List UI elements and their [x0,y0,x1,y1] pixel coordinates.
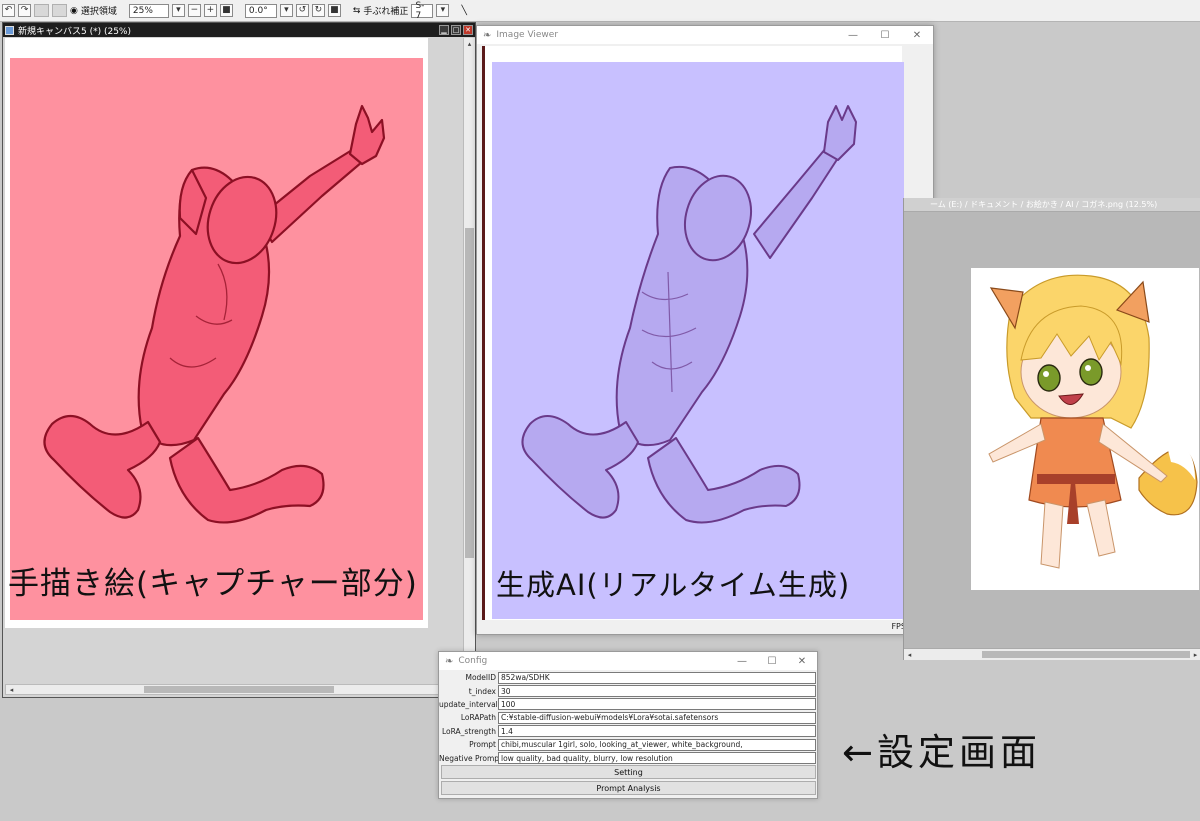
reference-path: ーム (E:) / ドキュメント / お絵かき / AI / コガネ.png (… [904,198,1200,212]
config-row-lora-strength: LoRA_strength 1.4 [439,725,817,738]
canvas-title-bar[interactable]: 新規キャンバス5 (*) (25%) ▁ □ ✕ [3,23,475,37]
config-row-update-interval: update_interval 100 [439,698,817,711]
viewer-maximize-button[interactable]: ☐ [869,26,901,44]
viewer-title: Image Viewer [496,30,559,40]
modelid-label: ModelID [465,673,496,683]
config-fields: ModelID 852wa/SDHK t_index 30 update_int… [439,671,817,765]
swap-icon[interactable]: ⇆ [353,6,361,16]
canvas-paper [5,38,428,628]
config-row-modelid: ModelID 852wa/SDHK [439,671,817,684]
lora-strength-label: LoRA_strength [441,726,496,736]
reference-scroll-left-icon[interactable]: ◂ [905,650,914,659]
reference-horizontal-scrollbar[interactable]: ◂ ▸ [904,648,1200,660]
zoom-field[interactable]: 25% [128,3,169,18]
config-title-bar[interactable]: ❧ Config — ☐ ✕ [439,652,817,670]
config-title: Config [458,656,488,666]
hand-drawn-figure [43,104,386,524]
config-row-prompt: Prompt chibi,muscular 1girl, solo, looki… [439,738,817,751]
rotate-left-icon[interactable]: ↺ [295,4,309,17]
toolbar-blank-button-2[interactable] [52,4,67,17]
lorapath-label: LoRAPath [460,713,496,723]
modelid-input[interactable]: 852wa/SDHK [498,671,816,684]
feather-icon: ❧ [483,29,492,41]
t-index-input[interactable]: 30 [498,685,816,698]
config-feather-icon: ❧ [445,655,454,667]
viewer-title-bar[interactable]: ❧ Image Viewer — ☐ ✕ [477,26,933,44]
redo-icon[interactable]: ↷ [18,4,31,17]
eye-icon[interactable]: ◉ [70,6,78,16]
rotation-dropdown-icon[interactable]: ▾ [279,4,293,17]
canvas-horizontal-scrollbar[interactable]: ◂ ▸ [5,684,463,695]
prompt-input[interactable]: chibi,muscular 1girl, solo, looking_at_v… [498,738,816,751]
canvas-app-icon [5,25,14,35]
update-interval-label: update_interval [439,699,498,709]
scroll-up-icon[interactable]: ▴ [465,39,474,48]
zoom-fit-icon[interactable]: ■ [219,4,233,17]
zoom-out-icon[interactable]: − [187,4,201,17]
config-screen-caption: ←設定画面 [842,731,1042,774]
config-window: ❧ Config — ☐ ✕ ModelID 852wa/SDHK t_inde… [438,651,818,799]
reference-chibi-image [971,268,1199,590]
canvas-vertical-scrollbar[interactable]: ▴ [463,38,475,684]
setting-button[interactable]: Setting [441,765,816,779]
update-interval-input[interactable]: 100 [498,698,816,711]
config-close-button[interactable]: ✕ [787,652,817,670]
canvas-vertical-thumb[interactable] [465,228,474,558]
canvas-horizontal-thumb[interactable] [144,686,334,693]
chibi-fox-girl-illustration [988,274,1198,569]
generated-ai-caption: 生成AI(リアルタイム生成) [496,568,851,602]
negative-prompt-input[interactable]: low quality, bad quality, blurry, low re… [498,752,816,765]
config-row-t-index: t_index 30 [439,684,817,698]
rotation-field[interactable]: 0.0° [244,3,277,18]
lorapath-input[interactable]: C:¥stable-diffusion-webui¥models¥Lora¥so… [498,711,816,724]
viewer-minimize-button[interactable]: — [837,26,869,44]
rotate-right-icon[interactable]: ↻ [311,4,325,17]
scroll-left-icon[interactable]: ◂ [7,685,16,694]
t-index-label: t_index [468,686,496,696]
selection-label: 選択領域 [80,7,117,17]
generated-figure [521,105,857,524]
viewer-close-button[interactable]: ✕ [901,26,933,44]
generated-image-canvas [492,62,904,619]
hand-drawn-canvas[interactable] [10,58,423,620]
zoom-in-icon[interactable]: + [203,4,217,17]
negative-prompt-label: Negative Prompt [439,753,502,763]
config-maximize-button[interactable]: ☐ [757,652,787,670]
canvas-minimize-button[interactable]: ▁ [439,25,449,35]
canvas-title: 新規キャンバス5 (*) (25%) [18,26,131,37]
stabilizer-field[interactable]: S-7 [411,1,434,21]
undo-icon[interactable]: ↶ [2,4,15,17]
canvas-maximize-button[interactable]: □ [451,25,461,35]
stabilizer-dropdown-icon[interactable]: ▾ [436,4,450,17]
line-icon[interactable]: ╲ [461,6,466,16]
reference-scroll-right-icon[interactable]: ▸ [1191,650,1200,659]
rotate-reset-icon[interactable]: ■ [327,4,341,17]
reference-image-window: ーム (E:) / ドキュメント / お絵かき / AI / コガネ.png (… [903,198,1200,660]
toolbar-blank-button-1[interactable] [34,4,49,17]
image-viewer-window: ❧ Image Viewer — ☐ ✕ FPS: [476,25,934,635]
zoom-dropdown-icon[interactable]: ▾ [171,4,185,17]
config-row-negative-prompt: Negative Prompt low quality, bad quality… [439,751,817,765]
stabilizer-label: 手ぶれ補正 [363,7,409,17]
lora-strength-input[interactable]: 1.4 [498,725,816,738]
hand-drawn-caption: 手描き絵(キャプチャー部分) [8,566,418,602]
prompt-analysis-button[interactable]: Prompt Analysis [441,781,816,795]
canvas-close-button[interactable]: ✕ [463,25,473,35]
top-toolbar: ↶ ↷ ◉ 選択領域 25% ▾ − + ■ 0.0° ▾ ↺ ↻ ■ ⇆ 手ぶ… [0,0,1200,22]
prompt-label: Prompt [469,740,496,750]
config-row-lorapath: LoRAPath C:¥stable-diffusion-webui¥model… [439,711,817,724]
config-minimize-button[interactable]: — [727,652,757,670]
reference-horizontal-thumb[interactable] [982,651,1190,658]
